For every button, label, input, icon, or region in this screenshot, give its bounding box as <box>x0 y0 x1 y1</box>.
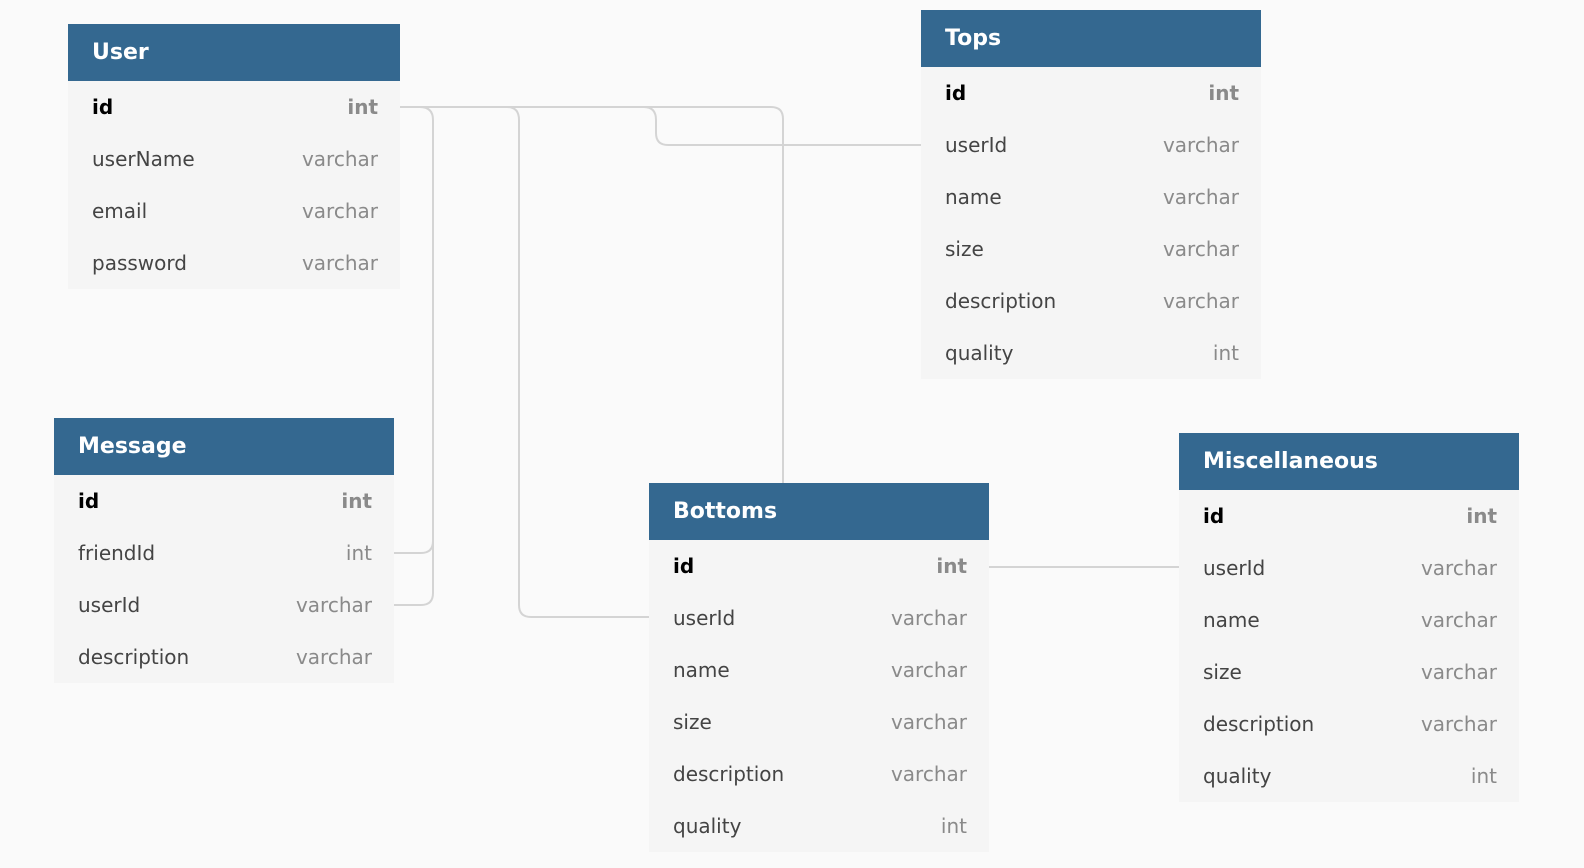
field-name: friendId <box>78 541 156 565</box>
field-row-description[interactable]: description varchar <box>1179 698 1519 750</box>
field-row-description[interactable]: description varchar <box>54 631 394 683</box>
field-name: id <box>92 95 114 119</box>
field-name: name <box>945 185 1002 209</box>
table-miscellaneous[interactable]: Miscellaneous id int userId varchar name varch… <box>1179 433 1519 802</box>
field-type: int <box>1208 81 1239 105</box>
field-name: size <box>1203 660 1242 684</box>
field-row-description[interactable]: description varchar <box>921 275 1261 327</box>
field-name: description <box>945 289 1057 313</box>
field-type: varchar <box>1420 556 1497 580</box>
field-row-size[interactable]: size varchar <box>1179 646 1519 698</box>
field-row-password[interactable]: password varchar <box>68 237 400 289</box>
field-name: userId <box>1203 556 1266 580</box>
field-row-email[interactable]: email varchar <box>68 185 400 237</box>
field-name: userId <box>78 593 141 617</box>
field-type: varchar <box>1420 660 1497 684</box>
field-row-userId[interactable]: userId varchar <box>1179 542 1519 594</box>
field-type: varchar <box>1162 133 1239 157</box>
field-name: description <box>673 762 785 786</box>
field-type: int <box>1212 341 1239 365</box>
field-type: varchar <box>1162 237 1239 261</box>
field-type: int <box>940 814 967 838</box>
field-row-name[interactable]: name varchar <box>649 644 989 696</box>
field-type: int <box>936 554 967 578</box>
field-name: id <box>673 554 695 578</box>
field-type: varchar <box>890 710 967 734</box>
field-row-description[interactable]: description varchar <box>649 748 989 800</box>
field-type: varchar <box>1420 608 1497 632</box>
field-row-quality[interactable]: quality int <box>1179 750 1519 802</box>
field-name: id <box>1203 504 1225 528</box>
field-row-name[interactable]: name varchar <box>1179 594 1519 646</box>
field-name: description <box>1203 712 1315 736</box>
field-row-name[interactable]: name varchar <box>921 171 1261 223</box>
field-type: int <box>347 95 378 119</box>
field-row-quality[interactable]: quality int <box>649 800 989 852</box>
field-name: id <box>78 489 100 513</box>
field-row-size[interactable]: size varchar <box>649 696 989 748</box>
field-type: varchar <box>890 762 967 786</box>
table-header[interactable]: Miscellaneous <box>1179 433 1519 490</box>
field-type: varchar <box>301 199 378 223</box>
field-name: password <box>92 251 187 275</box>
field-name: quality <box>945 341 1014 365</box>
field-type: varchar <box>301 147 378 171</box>
field-name: userId <box>945 133 1008 157</box>
field-name: description <box>78 645 190 669</box>
link-user-message-userid <box>393 540 434 606</box>
table-bottoms[interactable]: Bottoms id int userId varchar name varchar size… <box>649 483 989 852</box>
table-header[interactable]: User <box>68 24 400 81</box>
link-user-bottoms-userid <box>506 106 649 618</box>
field-row-id[interactable]: id int <box>921 67 1261 119</box>
field-type: varchar <box>295 593 372 617</box>
table-tops[interactable]: Tops id int userId varchar name varchar size var… <box>921 10 1261 379</box>
table-message[interactable]: Message id int friendId int userId varchar desc… <box>54 418 394 683</box>
field-row-id[interactable]: id int <box>54 475 394 527</box>
table-user[interactable]: User id int userName varchar email varchar pass… <box>68 24 400 289</box>
field-name: name <box>1203 608 1260 632</box>
field-name: userId <box>673 606 736 630</box>
field-type: varchar <box>890 658 967 682</box>
table-header[interactable]: Tops <box>921 10 1261 67</box>
field-type: varchar <box>1162 185 1239 209</box>
field-name: quality <box>673 814 742 838</box>
field-name: size <box>673 710 712 734</box>
field-row-quality[interactable]: quality int <box>921 327 1261 379</box>
field-name: size <box>945 237 984 261</box>
field-type: int <box>1466 504 1497 528</box>
field-type: varchar <box>890 606 967 630</box>
field-name: quality <box>1203 764 1272 788</box>
field-row-userId[interactable]: userId varchar <box>921 119 1261 171</box>
field-name: name <box>673 658 730 682</box>
table-header[interactable]: Message <box>54 418 394 475</box>
field-name: id <box>945 81 967 105</box>
field-type: int <box>345 541 372 565</box>
table-header[interactable]: Bottoms <box>649 483 989 540</box>
field-row-userName[interactable]: userName varchar <box>68 133 400 185</box>
field-row-userId[interactable]: userId varchar <box>649 592 989 644</box>
field-type: varchar <box>301 251 378 275</box>
field-name: email <box>92 199 148 223</box>
field-row-id[interactable]: id int <box>68 81 400 133</box>
link-user-bottoms <box>400 106 784 483</box>
field-row-size[interactable]: size varchar <box>921 223 1261 275</box>
field-type: int <box>341 489 372 513</box>
field-row-id[interactable]: id int <box>1179 490 1519 542</box>
field-name: userName <box>92 147 195 171</box>
field-type: varchar <box>1420 712 1497 736</box>
field-type: varchar <box>1162 289 1239 313</box>
field-row-id[interactable]: id int <box>649 540 989 592</box>
field-row-friendId[interactable]: friendId int <box>54 527 394 579</box>
field-type: int <box>1470 764 1497 788</box>
field-row-userId[interactable]: userId varchar <box>54 579 394 631</box>
field-type: varchar <box>295 645 372 669</box>
